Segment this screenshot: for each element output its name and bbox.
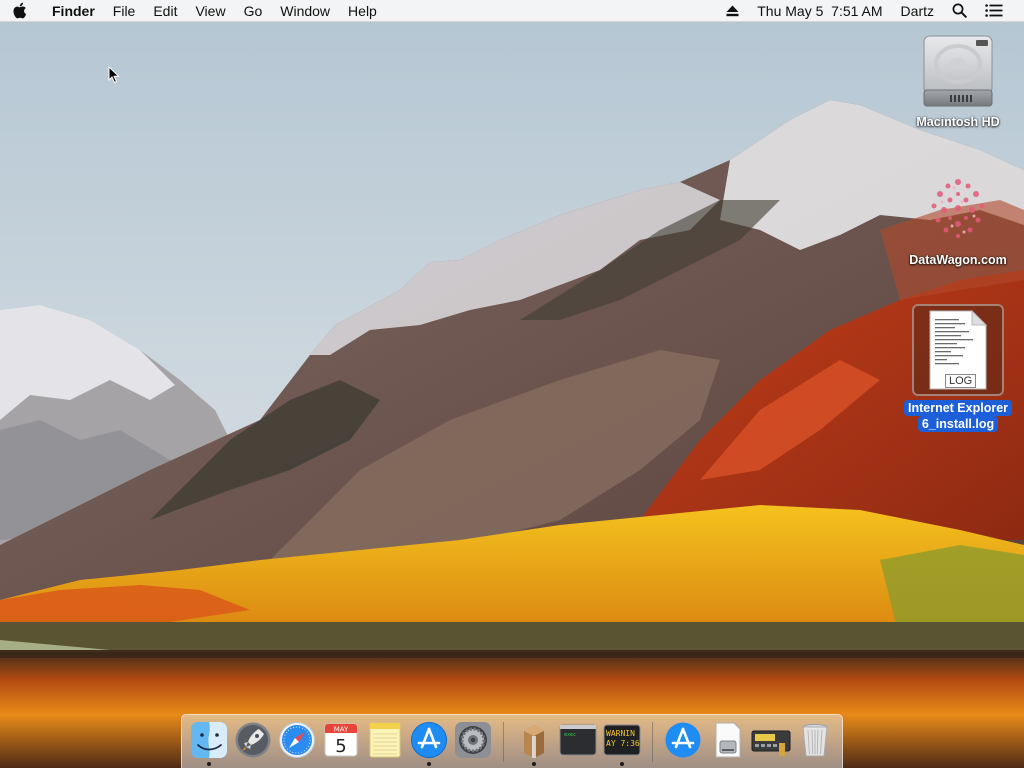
calendar-month: MAY — [334, 725, 349, 733]
dock-system-preferences[interactable] — [452, 717, 495, 767]
mouse-pointer-icon — [108, 66, 120, 84]
menu-bar: Finder File Edit View Go Window Help Thu… — [0, 0, 1024, 22]
dock-calendar[interactable]: MAY 5 — [320, 717, 363, 767]
system-preferences-icon — [455, 721, 491, 758]
menu-window[interactable]: Window — [271, 0, 339, 22]
console-icon: WARNIN AY 7:36 — [603, 724, 641, 755]
running-indicator — [619, 761, 624, 766]
notification-center-icon[interactable] — [976, 0, 1012, 22]
archive-utility-icon — [523, 724, 544, 758]
spotlight-search-icon[interactable] — [943, 0, 976, 22]
apple-menu-icon[interactable] — [0, 0, 38, 22]
calendar-day: 5 — [335, 736, 346, 757]
terminal-text: exec — [564, 732, 576, 738]
dock-console[interactable]: WARNIN AY 7:36 — [600, 717, 643, 767]
launchpad-icon — [235, 722, 271, 757]
dock-safari[interactable] — [276, 717, 319, 767]
dock-archive-utility[interactable] — [512, 717, 555, 767]
desktop-icon-label: DataWagon.com — [909, 253, 1007, 267]
hard-drive-icon — [923, 35, 993, 107]
dock-separator — [651, 721, 653, 762]
notes-icon — [369, 722, 401, 757]
calendar-icon: MAY 5 — [324, 723, 358, 757]
trash-icon — [802, 723, 828, 756]
dock-launchpad[interactable] — [232, 717, 275, 767]
desktop-icon-label-line1: Internet Explorer — [903, 400, 1013, 416]
log-badge: LOG — [945, 374, 977, 388]
desktop-icon-datawagon[interactable]: DataWagon.com — [902, 172, 1014, 268]
menu-edit[interactable]: Edit — [144, 0, 186, 22]
dock-disk-image[interactable] — [705, 717, 748, 767]
menu-go[interactable]: Go — [235, 0, 272, 22]
keychain-icon — [751, 730, 791, 757]
dock-keychain[interactable] — [749, 717, 792, 767]
dock-separator — [503, 721, 504, 762]
web-location-icon — [931, 179, 985, 238]
desktop-icon-label-line2: 6_install.log — [917, 416, 999, 432]
console-line-1: WARNIN — [606, 729, 635, 738]
dock-app-store-2[interactable] — [661, 717, 704, 767]
menu-app-finder[interactable]: Finder — [38, 0, 104, 22]
desktop-icon-label: Macintosh HD — [916, 115, 1000, 129]
dock-app-store[interactable] — [408, 717, 451, 767]
dock-notes[interactable] — [364, 717, 407, 767]
menubar-clock[interactable]: Thu May 5 7:51 AM — [748, 0, 891, 22]
desktop-wallpaper — [0, 0, 1024, 768]
app-store-icon — [665, 722, 701, 757]
finder-icon — [191, 721, 227, 758]
app-store-icon — [411, 721, 447, 758]
desktop-icon-ie6-install-log[interactable]: LOG Internet Explorer 6_install.log — [902, 304, 1014, 432]
disk-image-icon — [715, 722, 741, 757]
dock-finder[interactable] — [188, 717, 231, 767]
desktop-icon-macintosh-hd[interactable]: Macintosh HD — [902, 32, 1014, 130]
running-indicator — [207, 761, 211, 766]
safari-icon — [279, 721, 315, 758]
terminal-icon: exec — [559, 724, 597, 755]
menu-view[interactable]: View — [186, 0, 234, 22]
menu-file[interactable]: File — [104, 0, 145, 22]
running-indicator — [531, 761, 536, 766]
menu-help[interactable]: Help — [339, 0, 386, 22]
dock: MAY 5 exec WARNIN AY 7:36 — [181, 714, 843, 768]
menubar-user-name[interactable]: Dartz — [892, 0, 943, 22]
eject-icon[interactable] — [717, 0, 748, 22]
dock-trash[interactable] — [793, 717, 836, 767]
dock-terminal[interactable]: exec — [556, 717, 599, 767]
running-indicator — [427, 761, 431, 766]
console-line-2: AY 7:36 — [606, 739, 640, 748]
